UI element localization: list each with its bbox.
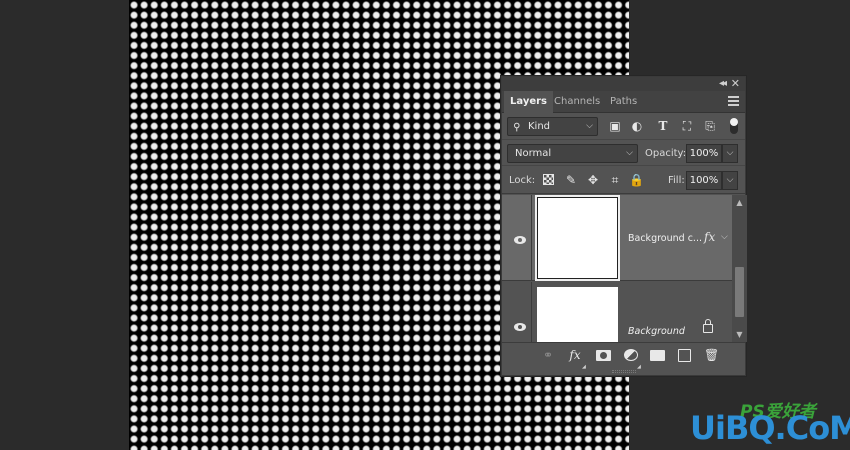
site-watermark: PS爱好者 UiBQ.CoM (690, 395, 850, 450)
layer-name[interactable]: Background c... (628, 233, 702, 244)
search-icon: ⚲ (513, 122, 521, 133)
tab-layers[interactable]: Layers (504, 91, 553, 114)
blend-mode-value: Normal (515, 148, 552, 159)
lock-position-icon[interactable]: ✥ (586, 173, 600, 187)
panel-bottom-bar: ⚭ fx ◢ ◢ 🗑 (502, 342, 745, 370)
tab-channels[interactable]: Channels (548, 91, 606, 113)
opacity-input[interactable]: 100% (686, 144, 722, 163)
divider (531, 195, 532, 280)
scroll-up-icon[interactable]: ▲ (732, 198, 747, 207)
new-group-folder-icon[interactable] (650, 350, 665, 361)
watermark-logo-text: UiBQ.CoM (690, 409, 850, 447)
chevron-down-icon[interactable]: ⌵ (721, 232, 728, 242)
layers-panel: ◂◂ ✕ Layers Channels Paths ⚲ Kind ⌵ ▣ ◐ … (501, 76, 747, 376)
blend-row: Normal ⌵ Opacity: 100% ⌵ (502, 141, 745, 166)
chevron-down-icon: ⌵ (626, 148, 633, 158)
link-layers-icon[interactable]: ⚭ (540, 348, 556, 362)
shape-filter-icon[interactable]: ⛶ (679, 118, 695, 134)
new-adjustment-layer-icon[interactable] (624, 349, 638, 361)
fill-dropdown-button[interactable]: ⌵ (722, 171, 738, 190)
panel-menu-icon[interactable] (728, 96, 739, 106)
eye-icon[interactable] (514, 323, 526, 331)
close-icon[interactable]: ✕ (731, 78, 740, 90)
scroll-thumb[interactable] (735, 267, 744, 317)
filter-toggle-switch[interactable] (730, 118, 738, 134)
fill-label: Fill: (668, 175, 685, 186)
adjustment-filter-icon[interactable]: ◐ (629, 118, 645, 134)
layer-row[interactable]: Background c... fx ⌵ (502, 195, 732, 281)
layer-thumbnail[interactable] (535, 195, 620, 281)
blend-mode-select[interactable]: Normal ⌵ (507, 144, 638, 163)
panel-title-bar[interactable]: ◂◂ ✕ (502, 77, 745, 91)
pixel-filter-icon[interactable]: ▣ (607, 118, 623, 134)
add-layer-style-icon[interactable]: fx (567, 348, 583, 362)
tab-paths[interactable]: Paths (604, 91, 643, 113)
lock-icon (703, 319, 713, 333)
opacity-label: Opacity: (645, 148, 687, 159)
scroll-down-icon[interactable]: ▼ (732, 330, 747, 339)
layer-name[interactable]: Background (628, 326, 685, 337)
filter-kind-select[interactable]: ⚲ Kind ⌵ (507, 117, 598, 136)
chevron-down-icon: ⌵ (586, 121, 593, 131)
eye-icon[interactable] (514, 236, 526, 244)
layers-scrollbar[interactable]: ▲ ▼ (732, 195, 747, 342)
divider (531, 282, 532, 342)
lock-label: Lock: (509, 175, 536, 186)
smart-object-filter-icon[interactable]: ⎘ (702, 118, 718, 134)
filter-kind-label: Kind (528, 121, 551, 132)
fill-input[interactable]: 100% (686, 171, 722, 190)
lock-image-pixels-icon[interactable]: ✎ (564, 173, 578, 187)
fx-icon[interactable]: fx (704, 230, 715, 244)
type-filter-icon[interactable]: T (655, 118, 671, 134)
collapse-icon[interactable]: ◂◂ (719, 78, 727, 90)
submenu-indicator-icon: ◢ (637, 364, 641, 370)
layer-thumbnail[interactable] (537, 287, 618, 342)
panel-tab-bar: Layers Channels Paths (502, 91, 745, 114)
layers-list: Background c... fx ⌵ Background (502, 195, 732, 342)
layer-row[interactable]: Background (502, 282, 732, 342)
add-mask-icon[interactable] (596, 350, 611, 361)
panel-resize-handle[interactable] (612, 370, 636, 373)
layer-filter-row: ⚲ Kind ⌵ ▣ ◐ T ⛶ ⎘ (502, 114, 745, 140)
new-layer-icon[interactable] (678, 349, 691, 362)
opacity-dropdown-button[interactable]: ⌵ (722, 144, 738, 163)
lock-all-icon[interactable]: 🔒 (629, 173, 644, 187)
submenu-indicator-icon: ◢ (582, 364, 586, 370)
lock-row: Lock: ✎ ✥ ⌗ 🔒 Fill: 100% ⌵ (502, 167, 745, 194)
lock-transparent-pixels-icon[interactable] (543, 174, 554, 185)
trash-icon[interactable]: 🗑 (704, 348, 719, 362)
lock-artboard-icon[interactable]: ⌗ (608, 173, 622, 187)
